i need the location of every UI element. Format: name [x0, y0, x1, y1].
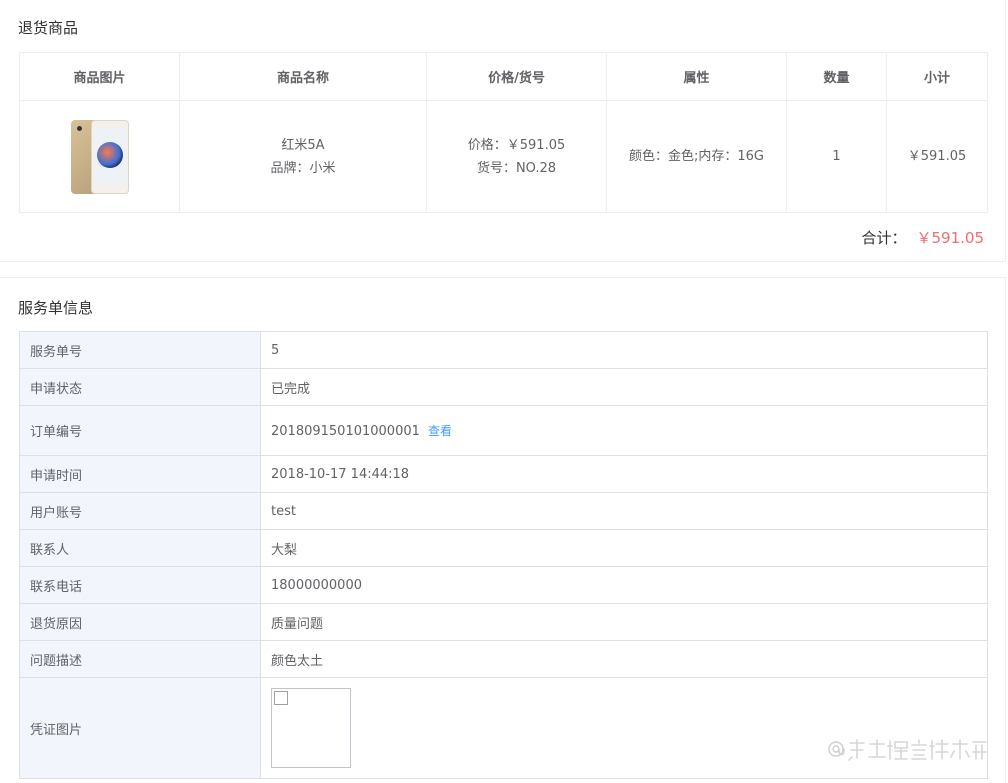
returned-goods-card: 退货商品 商品图片 商品名称 价格/货号 属性 数量 小计 红米5A 品牌：小米… — [0, 0, 1006, 262]
info-value: 2018-10-17 14:44:18 — [260, 455, 988, 493]
goods-header-row: 商品图片 商品名称 价格/货号 属性 数量 小计 — [19, 52, 988, 101]
service-info-title: 服务单信息 — [18, 299, 94, 317]
info-row-account: 用户账号 test — [19, 492, 988, 530]
total-summary: 合计： ￥591.05 — [861, 227, 984, 248]
info-row-proof-image: 凭证图片 — [19, 677, 988, 779]
product-name-cell: 红米5A 品牌：小米 — [179, 100, 427, 213]
info-value-cell — [260, 677, 988, 779]
info-value: 18000000000 — [260, 566, 988, 604]
header-subtotal: 小计 — [886, 52, 988, 101]
info-label: 申请时间 — [19, 455, 261, 493]
info-label: 凭证图片 — [19, 677, 261, 779]
info-row-reason: 退货原因 质量问题 — [19, 603, 988, 641]
info-value: 质量问题 — [260, 603, 988, 641]
info-row-phone: 联系电话 18000000000 — [19, 566, 988, 604]
product-name: 红米5A — [281, 137, 325, 153]
product-image-cell — [19, 100, 180, 213]
info-label: 联系人 — [19, 529, 261, 567]
info-row-order-id: 订单编号 201809150101000001 查看 — [19, 405, 988, 456]
info-value: 大梨 — [260, 529, 988, 567]
service-info-table: 服务单号 5 申请状态 已完成 订单编号 201809150101000001 … — [19, 331, 988, 779]
info-value: 颜色太土 — [260, 640, 988, 678]
total-label: 合计： — [861, 229, 907, 247]
product-sku: 货号：NO.28 — [476, 160, 557, 176]
order-id-value: 201809150101000001 — [271, 424, 420, 439]
info-value-cell: 201809150101000001 查看 — [260, 405, 988, 456]
info-label: 退货原因 — [19, 603, 261, 641]
watermark — [828, 739, 987, 761]
header-attributes: 属性 — [606, 52, 787, 101]
goods-row: 红米5A 品牌：小米 价格：￥591.05 货号：NO.28 颜色：金色;内存：… — [19, 100, 988, 213]
info-value: 已完成 — [260, 368, 988, 406]
info-value: test — [260, 492, 988, 530]
info-label: 联系电话 — [19, 566, 261, 604]
total-amount: ￥591.05 — [916, 229, 985, 247]
goods-table: 商品图片 商品名称 价格/货号 属性 数量 小计 红米5A 品牌：小米 价格：￥… — [19, 52, 988, 213]
info-label: 申请状态 — [19, 368, 261, 406]
product-brand: 品牌：小米 — [270, 160, 336, 176]
info-label: 订单编号 — [19, 405, 261, 456]
header-name: 商品名称 — [179, 52, 427, 101]
header-quantity: 数量 — [786, 52, 887, 101]
info-label: 问题描述 — [19, 640, 261, 678]
proof-image[interactable] — [271, 688, 351, 768]
view-order-link[interactable]: 查看 — [428, 424, 452, 438]
info-label: 用户账号 — [19, 492, 261, 530]
product-attributes: 颜色：金色;内存：16G — [606, 100, 787, 213]
product-quantity: 1 — [786, 100, 887, 213]
info-row-service-id: 服务单号 5 — [19, 331, 988, 369]
broken-image-icon — [274, 691, 288, 705]
header-price-sku: 价格/货号 — [426, 52, 607, 101]
info-row-status: 申请状态 已完成 — [19, 368, 988, 406]
info-row-description: 问题描述 颜色太土 — [19, 640, 988, 678]
info-label: 服务单号 — [19, 331, 261, 369]
info-row-apply-time: 申请时间 2018-10-17 14:44:18 — [19, 455, 988, 493]
product-price: 价格：￥591.05 — [467, 137, 566, 153]
price-sku-cell: 价格：￥591.05 货号：NO.28 — [426, 100, 607, 213]
returned-goods-title: 退货商品 — [18, 19, 79, 37]
header-image: 商品图片 — [19, 52, 180, 101]
info-value: 5 — [260, 331, 988, 369]
product-subtotal: ￥591.05 — [886, 100, 988, 213]
phone-product-image[interactable] — [70, 119, 129, 194]
info-row-contact: 联系人 大梨 — [19, 529, 988, 567]
